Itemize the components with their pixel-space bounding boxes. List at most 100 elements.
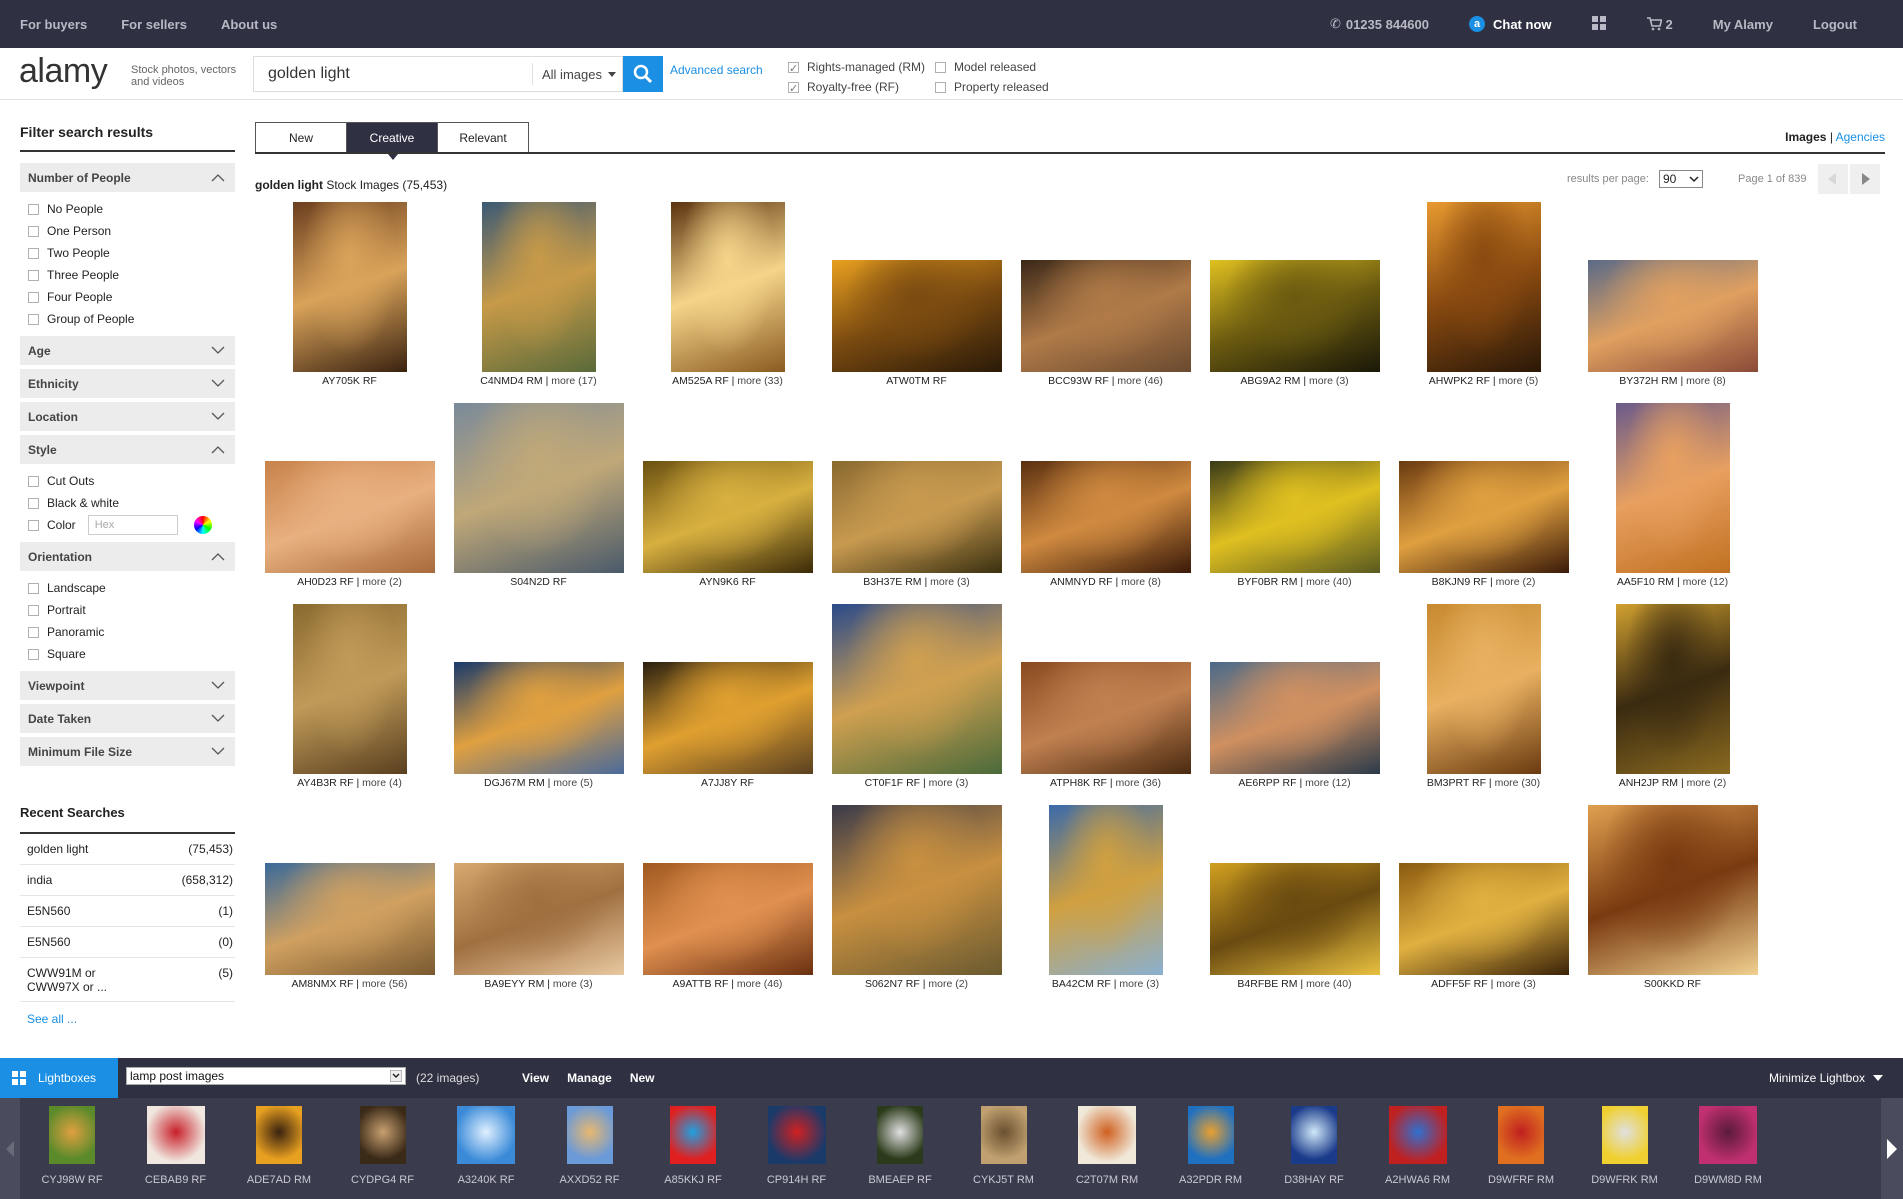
grid-view-icon[interactable] (1591, 15, 1606, 33)
result-card[interactable]: ATW0TM RF (822, 200, 1011, 400)
filter-one-person[interactable]: One Person (28, 220, 235, 242)
result-id[interactable]: AH0D23 RF (297, 576, 354, 588)
facet-location[interactable]: Location (20, 402, 235, 431)
result-card[interactable]: CT0F1F RF | more (3) (822, 602, 1011, 802)
lightbox-select[interactable]: lamp post images (126, 1067, 406, 1085)
result-id[interactable]: A9ATTB RF (673, 978, 729, 990)
more-link[interactable]: more (8) (1686, 375, 1726, 387)
more-link[interactable]: more (46) (737, 978, 783, 990)
result-card[interactable]: A9ATTB RF | more (46) (633, 803, 822, 1003)
result-card[interactable]: DGJ67M RM | more (5) (444, 602, 633, 802)
result-thumbnail[interactable] (642, 863, 813, 975)
lightboxes-button[interactable]: Lightboxes (0, 1058, 118, 1098)
result-thumbnail[interactable] (831, 805, 1002, 975)
lightbox-prev-button[interactable] (0, 1098, 20, 1199)
result-id[interactable]: B4RFBE RM (1237, 978, 1297, 990)
facet-ethnicity[interactable]: Ethnicity (20, 369, 235, 398)
my-alamy-link[interactable]: My Alamy (1713, 17, 1773, 32)
result-id[interactable]: BCC93W RF (1048, 375, 1109, 387)
result-thumbnail[interactable] (453, 403, 624, 573)
property-released-checkbox[interactable]: Property released (935, 77, 1049, 97)
result-id[interactable]: B3H37E RM (863, 576, 921, 588)
result-id[interactable]: AHWPK2 RF (1429, 375, 1490, 387)
lightbox-item[interactable]: A32PDR RM (1161, 1106, 1261, 1196)
result-thumbnail[interactable] (642, 461, 813, 573)
more-link[interactable]: more (4) (362, 777, 402, 789)
facet-style[interactable]: Style (20, 435, 235, 464)
result-card[interactable]: AY4B3R RF | more (4) (255, 602, 444, 802)
recent-search-item[interactable]: india (658,312) (20, 865, 235, 896)
result-card[interactable]: AM525A RF | more (33) (633, 200, 822, 400)
result-id[interactable]: S00KKD RF (1644, 978, 1701, 990)
more-link[interactable]: more (3) (930, 576, 970, 588)
lightbox-thumbnail[interactable] (1699, 1106, 1757, 1164)
result-thumbnail[interactable] (1615, 403, 1730, 573)
result-id[interactable]: ATW0TM RF (886, 375, 946, 387)
filter-group-of-people[interactable]: Group of People (28, 308, 235, 330)
lightbox-thumbnail[interactable] (457, 1106, 515, 1164)
tab-relevant[interactable]: Relevant (437, 122, 529, 153)
result-thumbnail[interactable] (264, 461, 435, 573)
result-card[interactable]: AA5F10 RM | more (12) (1578, 401, 1767, 601)
result-id[interactable]: BYF0BR RM (1237, 576, 1297, 588)
result-id[interactable]: ANH2JP RM (1619, 777, 1678, 789)
result-thumbnail[interactable] (1615, 604, 1730, 774)
lightbox-manage-button[interactable]: Manage (567, 1071, 612, 1085)
recent-search-item[interactable]: golden light (75,453) (20, 834, 235, 865)
result-card[interactable]: ANMNYD RF | more (8) (1011, 401, 1200, 601)
filter-black-white[interactable]: Black & white (28, 492, 235, 514)
result-id[interactable]: BA42CM RF (1052, 978, 1111, 990)
hex-color-input[interactable]: Hex (87, 515, 178, 535)
more-link[interactable]: more (3) (929, 777, 969, 789)
lightbox-thumbnail[interactable] (980, 1106, 1027, 1164)
result-id[interactable]: AM8NMX RF (292, 978, 354, 990)
lightbox-thumbnail[interactable] (1187, 1106, 1234, 1164)
more-link[interactable]: more (40) (1306, 978, 1352, 990)
more-link[interactable]: more (40) (1306, 576, 1352, 588)
result-card[interactable]: BYF0BR RM | more (40) (1200, 401, 1389, 601)
result-id[interactable]: A7JJ8Y RF (701, 777, 754, 789)
result-thumbnail[interactable] (1398, 461, 1569, 573)
result-id[interactable]: S04N2D RF (510, 576, 567, 588)
facet-age[interactable]: Age (20, 336, 235, 365)
result-thumbnail[interactable] (831, 260, 1002, 372)
lightbox-item[interactable]: C2T07M RM (1057, 1106, 1157, 1196)
result-card[interactable]: ATPH8K RF | more (36) (1011, 602, 1200, 802)
lightbox-thumbnail[interactable] (1498, 1106, 1544, 1164)
tab-creative[interactable]: Creative (346, 122, 438, 160)
result-thumbnail[interactable] (1209, 260, 1380, 372)
agencies-link[interactable]: Agencies (1836, 130, 1885, 144)
result-card[interactable]: AHWPK2 RF | more (5) (1389, 200, 1578, 400)
result-id[interactable]: AA5F10 RM (1617, 576, 1674, 588)
result-card[interactable]: AM8NMX RF | more (56) (255, 803, 444, 1003)
lightbox-item[interactable]: D9WFRF RM (1471, 1106, 1571, 1196)
lightbox-thumbnail[interactable] (1078, 1106, 1136, 1164)
color-wheel-icon[interactable] (193, 516, 212, 534)
result-thumbnail[interactable] (453, 863, 624, 975)
result-id[interactable]: ADFF5F RF (1431, 978, 1488, 990)
result-thumbnail[interactable] (1020, 461, 1191, 573)
facet-date-taken[interactable]: Date Taken (20, 704, 235, 733)
nav-about-us[interactable]: About us (221, 17, 277, 32)
result-thumbnail[interactable] (1048, 805, 1163, 975)
result-thumbnail[interactable] (642, 662, 813, 774)
lightbox-item[interactable]: ADE7AD RM (229, 1106, 329, 1196)
images-link[interactable]: Images (1785, 130, 1826, 144)
lightbox-item[interactable]: A3240K RF (436, 1106, 536, 1196)
result-id[interactable]: ABG9A2 RM (1240, 375, 1300, 387)
more-link[interactable]: more (3) (1496, 978, 1536, 990)
result-card[interactable]: S00KKD RF (1578, 803, 1767, 1003)
lightbox-item[interactable]: AXXD52 RF (540, 1106, 640, 1196)
filter-no-people[interactable]: No People (28, 198, 235, 220)
facet-number-of-people[interactable]: Number of People (20, 163, 235, 192)
tab-new[interactable]: New (255, 122, 347, 153)
lightbox-new-button[interactable]: New (630, 1071, 655, 1085)
result-thumbnail[interactable] (1426, 202, 1541, 372)
lightbox-thumbnail[interactable] (566, 1106, 613, 1164)
result-thumbnail[interactable] (453, 662, 624, 774)
filter-square[interactable]: Square (28, 643, 235, 665)
lightbox-item[interactable]: CYJ98W RF (22, 1106, 122, 1196)
result-card[interactable]: B4RFBE RM | more (40) (1200, 803, 1389, 1003)
filter-landscape[interactable]: Landscape (28, 577, 235, 599)
result-thumbnail[interactable] (1020, 260, 1191, 372)
